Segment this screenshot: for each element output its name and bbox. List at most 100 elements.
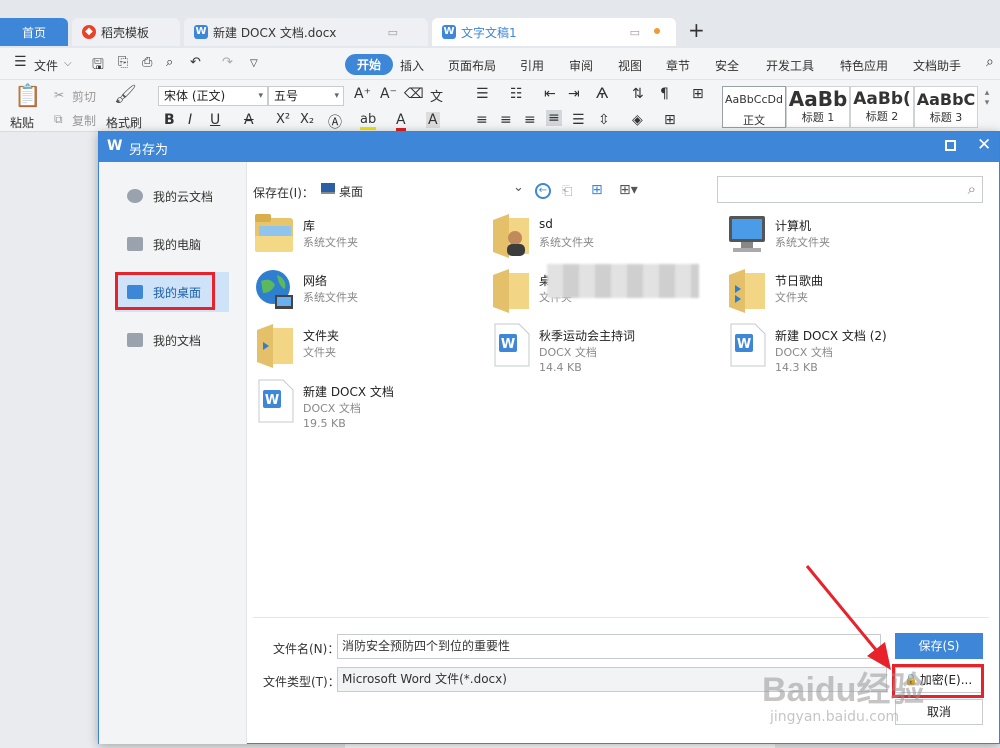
subscript-icon[interactable]: X₂ [300,112,314,127]
menu-start[interactable]: 开始 [345,54,394,75]
align-center-icon[interactable]: ≡ [500,112,512,128]
menu-security[interactable]: 安全 [715,57,739,74]
save-icon[interactable]: 🖫 [92,54,104,78]
scissors-icon[interactable]: ✂ [54,88,64,102]
text-effect-icon[interactable]: Ⓐ [328,112,342,132]
menu-assistant[interactable]: 文档助手 [913,57,961,74]
clear-format-icon[interactable]: ⌫ [404,86,424,102]
grow-font-icon[interactable]: A⁺ [354,86,371,102]
paste-icon[interactable]: 📋 [14,84,41,109]
save-button[interactable]: 保存(S) [895,633,983,659]
unsaved-dot-icon [654,28,660,34]
menu-chapter[interactable]: 章节 [666,57,690,74]
numbering-icon[interactable]: ☷ [510,86,523,102]
format-painter-label[interactable]: 格式刷 [106,114,142,131]
style-normal[interactable]: AaBbCcDd 正文 [722,86,786,128]
increase-indent-icon[interactable]: ⇥ [568,86,580,102]
line-spacing-icon[interactable]: ⇳ [598,112,610,128]
hamburger-icon[interactable]: ☰ [14,54,27,70]
maximize-icon[interactable] [945,140,956,151]
menu-file[interactable]: 文件 [34,57,58,74]
italic-icon[interactable]: I [188,112,192,128]
shrink-font-icon[interactable]: A⁻ [380,86,397,102]
tab-doc1-label: 新建 DOCX 文档.docx [213,25,337,40]
save-in-select[interactable]: 桌面 ⌄ [317,178,525,202]
chinese-layout-icon[interactable]: Ѧ [596,86,608,102]
align-left-icon[interactable]: ≡ [476,112,488,128]
print-icon[interactable]: ⎙ [142,55,152,70]
show-marks-icon[interactable]: ¶ [660,86,669,102]
table-grid-icon[interactable]: ⊞ [692,86,704,102]
menu-reference[interactable]: 引用 [520,57,544,74]
back-icon[interactable]: ← [535,183,551,199]
search-input[interactable]: ⌕ [717,176,983,203]
copy-icon[interactable]: ⧉ [54,112,63,127]
list-item[interactable]: 文件夹 文件夹 [253,322,483,376]
sidebar-item-computer[interactable]: 我的电脑 [115,224,229,264]
file-name: sd [539,217,553,231]
menu-insert[interactable]: 插入 [400,57,424,74]
decrease-indent-icon[interactable]: ⇤ [544,86,556,102]
tab-template[interactable]: ◆ 稻壳模板 [72,18,180,46]
list-item[interactable]: 网络 系统文件夹 [253,267,483,321]
menu-developer[interactable]: 开发工具 [766,57,814,74]
list-item[interactable]: W 新建 DOCX 文档 DOCX 文档 19.5 KB [253,378,483,432]
export-pdf-icon[interactable]: ⎘ [118,55,128,70]
style-heading1[interactable]: AaBb 标题 1 [786,86,850,128]
sidebar-item-cloud[interactable]: 我的云文档 [115,176,229,216]
style-scroll[interactable]: ▴ ▾ [980,88,994,128]
style-label: 标题 3 [929,111,963,124]
sort-icon[interactable]: ⇅ [632,86,644,102]
list-item[interactable]: sd 系统文件夹 [489,212,719,266]
undo-icon[interactable]: ↶ [190,55,201,70]
font-size-select[interactable]: 五号 [268,86,344,106]
borders-icon[interactable]: ⊞ [664,112,676,128]
tab-doc2[interactable]: W 文字文稿1 ▭ [432,18,676,46]
superscript-icon[interactable]: X² [276,112,290,127]
underline-icon[interactable]: U [210,112,220,128]
dialog-titlebar: W 另存为 ✕ [99,132,999,162]
align-right-icon[interactable]: ≡ [524,112,536,128]
paste-label[interactable]: 粘贴 [10,114,34,131]
list-item[interactable]: 库 系统文件夹 [253,212,483,266]
justify-icon[interactable]: ≡ [546,110,562,126]
list-item[interactable]: W 新建 DOCX 文档 (2) DOCX 文档 14.3 KB [725,322,955,376]
menu-review[interactable]: 审阅 [569,57,593,74]
up-folder-icon[interactable]: ⎗ [562,184,572,199]
new-folder-icon[interactable]: ⊞ [591,182,603,198]
list-item[interactable]: 节日歌曲 文件夹 [725,267,955,321]
distribute-icon[interactable]: ☰ [572,112,585,128]
close-icon[interactable]: ✕ [977,135,991,155]
chevron-down-icon[interactable]: ⌵ [64,58,72,69]
format-painter-icon[interactable]: 🖌 [114,84,137,105]
sidebar-item-documents[interactable]: 我的文档 [115,320,229,360]
menu-view[interactable]: 视图 [618,57,642,74]
add-tab-button[interactable]: + [688,18,705,42]
menu-special[interactable]: 特色应用 [840,57,888,74]
cut-label[interactable]: 剪切 [72,88,96,105]
style-heading2[interactable]: AaBb( 标题 2 [850,86,914,128]
char-shading-icon[interactable]: A [426,112,440,128]
list-item[interactable]: 计算机 系统文件夹 [725,212,955,266]
save-in-label: 保存在(I)： [253,186,314,200]
list-item[interactable]: W 秋季运动会主持词 DOCX 文档 14.4 KB [489,322,719,376]
copy-label[interactable]: 复制 [72,112,96,129]
search-icon[interactable]: ⌕ [986,54,994,70]
font-color-icon[interactable]: A [396,112,406,131]
bullets-icon[interactable]: ☰ [476,86,489,102]
file-size: 19.5 KB [303,417,346,430]
tab-doc1[interactable]: W 新建 DOCX 文档.docx ▭ [184,18,428,46]
redo-icon[interactable]: ↷ [222,55,233,70]
bold-icon[interactable]: B [164,112,175,128]
highlight-icon[interactable]: ab [360,112,377,130]
style-heading3[interactable]: AaBbC 标题 3 [914,86,978,128]
shading-icon[interactable]: ◈ [632,112,643,128]
font-name-select[interactable]: 宋体 (正文) [158,86,268,106]
view-mode-icon[interactable]: ⊞▾ [619,182,638,198]
pinyin-icon[interactable]: 文 [430,86,443,105]
strikethrough-icon[interactable]: A [244,112,254,128]
customize-icon[interactable]: ▽ [250,58,258,69]
menu-layout[interactable]: 页面布局 [448,57,496,74]
print-preview-icon[interactable]: ⌕ [166,55,173,70]
tab-home[interactable]: 首页 [0,18,68,46]
